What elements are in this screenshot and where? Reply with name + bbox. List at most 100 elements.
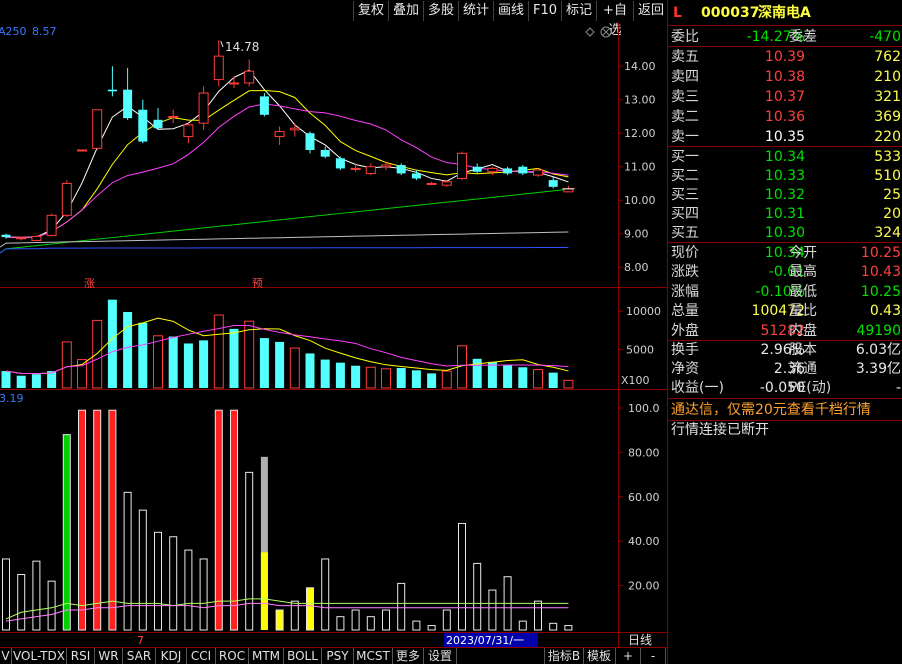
osc-bar [123, 491, 132, 631]
candle [1, 233, 11, 239]
tab-psy[interactable]: PSY [322, 648, 354, 664]
template-button[interactable]: 模板 [583, 648, 616, 664]
osc-bar [412, 620, 421, 631]
candle [123, 67, 133, 120]
tab-cci[interactable]: CCI [187, 648, 216, 664]
ask-row[interactable]: 卖一 10.35 220 [668, 127, 902, 147]
ask-row[interactable]: 卖四 10.38 210 [668, 67, 902, 87]
osc-tick-label: 60.00 [628, 491, 660, 504]
indicator-b-button[interactable]: 指标B [544, 648, 584, 664]
ask-volume: 220 [874, 129, 901, 145]
ma5-line [5, 69, 569, 238]
f10-button[interactable]: F10 [528, 1, 561, 21]
bid-row[interactable]: 买三 10.32 25 [668, 185, 902, 205]
weicha-label: 委差 [789, 29, 817, 45]
ask-row[interactable]: 卖三 10.37 321 [668, 87, 902, 107]
statistics-button[interactable]: 统计 [458, 1, 493, 21]
multi-stock-button[interactable]: 多股 [423, 1, 458, 21]
overlay-button[interactable]: 叠加 [388, 1, 423, 21]
tab-rsi[interactable]: RSI [67, 648, 95, 664]
stat-label: 净资 [671, 361, 699, 377]
candle [153, 108, 163, 130]
price-tick-label: 14.00 [624, 60, 656, 73]
osc-bar [321, 558, 330, 631]
candle [365, 163, 376, 176]
tab-more[interactable]: 更多 [393, 648, 424, 664]
candle [289, 123, 300, 137]
price-chart[interactable]: 14.00 13.00 12.00 11.00 10.00 9.00 8.00 A250 8… [0, 22, 667, 288]
volume-tick-label: 5000 [626, 344, 654, 357]
ask-label: 卖一 [671, 129, 699, 145]
volume-bar [199, 340, 209, 388]
stat-value-2: 10.25 [860, 283, 901, 300]
candle [61, 180, 72, 217]
osc-bar [397, 582, 406, 631]
draw-line-button[interactable]: 画线 [493, 1, 528, 21]
candle [244, 59, 255, 87]
volume-bar [441, 370, 452, 389]
tab-kdj[interactable]: KDJ [156, 648, 187, 664]
volume-bar [107, 299, 117, 388]
candle [335, 156, 345, 171]
mark-button[interactable]: 标记 [561, 1, 596, 21]
tab-roc[interactable]: ROC [216, 648, 249, 664]
bid-volume: 324 [874, 225, 901, 241]
osc-bar [534, 600, 542, 631]
back-button[interactable]: 返回 [633, 1, 668, 21]
bid-row[interactable]: 买二 10.33 510 [668, 166, 902, 186]
osc-bar [518, 620, 527, 631]
ask-volume: 369 [874, 109, 901, 125]
volume-bar [16, 375, 26, 388]
volume-bar [168, 336, 178, 388]
stat-label-2: 今开 [789, 245, 817, 261]
quote-panel: L 000037 深南电A 委比 -14.27% 委差 -470 卖五 10.3… [667, 0, 902, 664]
ask-row[interactable]: 卖五 10.39 762 [668, 47, 902, 67]
fuquan-button[interactable]: 复权 [353, 1, 388, 21]
volume-bar [563, 379, 574, 389]
oscillator-chart[interactable]: 100.0 80.00 60.00 40.00 20.00 3.19 [0, 390, 667, 632]
tab-v[interactable]: V [0, 648, 12, 664]
close-icon[interactable] [600, 26, 612, 38]
tab-sar[interactable]: SAR [123, 648, 156, 664]
bid-volume: 510 [874, 168, 901, 184]
tab-boll[interactable]: BOLL [284, 648, 322, 664]
diamond-icon[interactable] [585, 27, 595, 37]
volume-chart[interactable]: 10000 5000 X100 [0, 288, 667, 390]
osc-bar [549, 622, 558, 631]
osc-bar [336, 616, 345, 631]
tab-mcst[interactable]: MCST [354, 648, 393, 664]
bid-row[interactable]: 买五 10.30 324 [668, 223, 902, 243]
ma60-line [0, 188, 569, 254]
candle [548, 176, 558, 189]
tab-vol-tdx[interactable]: VOL-TDX [12, 648, 67, 664]
volume-bar [213, 314, 224, 389]
candle [350, 163, 361, 172]
volume-bar [229, 328, 239, 388]
promo-notice[interactable]: 通达信，仅需20元查看千档行情 [668, 400, 902, 420]
zoom-in-button[interactable]: + [616, 648, 641, 664]
volume-bar [61, 341, 72, 389]
ask-price: 10.39 [764, 49, 805, 65]
stat-label: 收益(一) [671, 380, 724, 396]
ask-label: 卖二 [671, 109, 699, 125]
stat-label: 涨幅 [671, 283, 699, 300]
bid-row[interactable]: 买四 10.31 20 [668, 204, 902, 224]
forecast-marker: 预 [252, 277, 263, 288]
stat-value-2: 10.25 [860, 245, 901, 261]
cursor-date: 2023/07/31/一 [446, 634, 524, 647]
bid-row[interactable]: 买一 10.34 533 [668, 147, 902, 167]
oscillator-lines [5, 598, 569, 622]
tab-wr[interactable]: WR [95, 648, 123, 664]
ask-price: 10.36 [764, 109, 805, 125]
period-label[interactable]: 日线 [628, 633, 652, 647]
osc-bar [564, 625, 573, 631]
ask-row[interactable]: 卖二 10.36 369 [668, 107, 902, 127]
tab-mtm[interactable]: MTM [249, 648, 284, 664]
tab-settings[interactable]: 设置 [424, 648, 457, 664]
zoom-out-button[interactable]: - [641, 648, 666, 664]
add-watchlist-button[interactable]: +自选 [596, 1, 633, 38]
candle [213, 40, 224, 87]
candle [487, 166, 498, 176]
stat-label: 换手 [671, 342, 699, 358]
price-tick-label: 12.00 [624, 127, 656, 140]
